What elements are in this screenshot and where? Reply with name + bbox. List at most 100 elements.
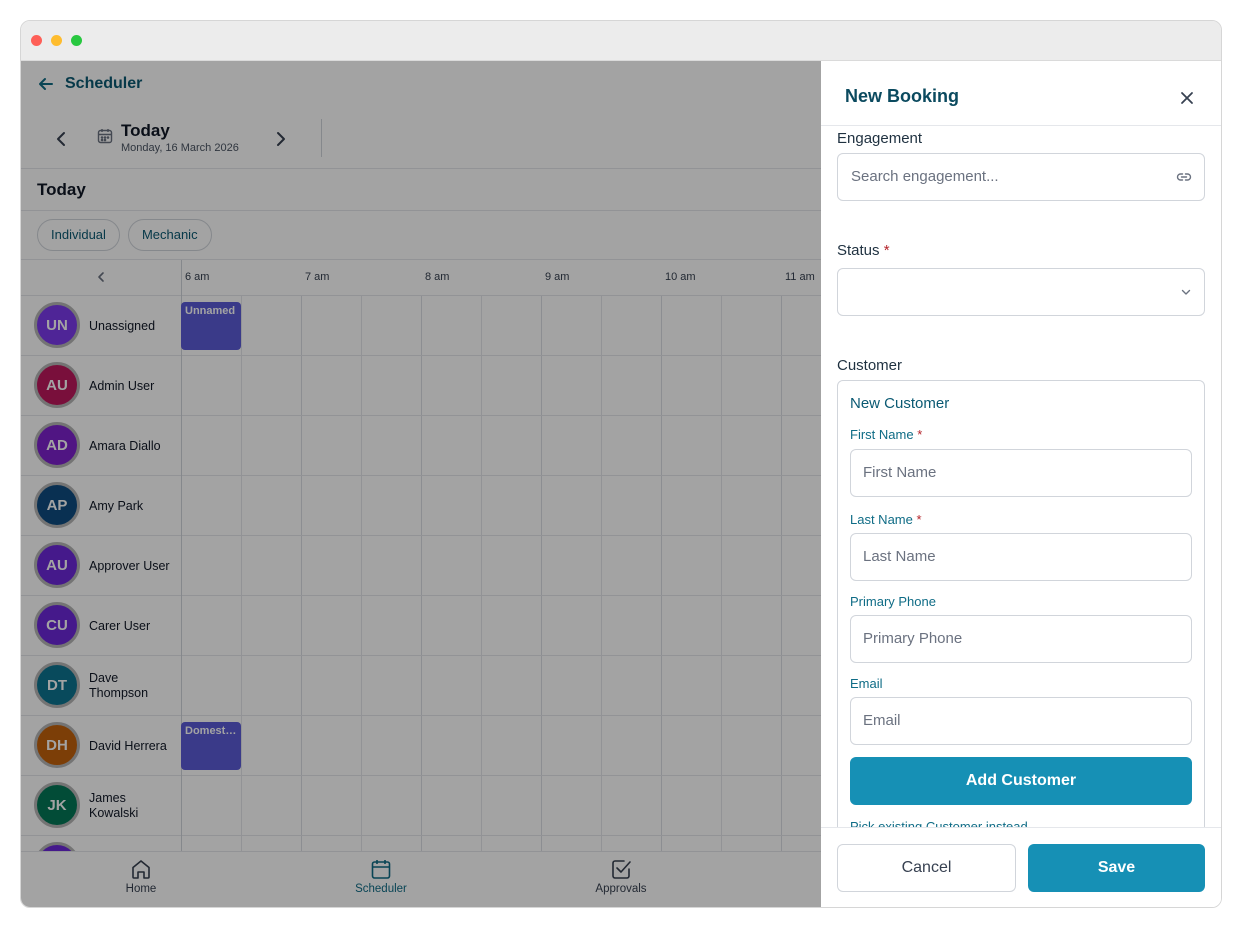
- status-label: Status *: [837, 242, 890, 259]
- nav-scheduler[interactable]: Scheduler: [321, 858, 441, 904]
- previous-day-button[interactable]: [51, 127, 71, 151]
- nav-approvals-label: Approvals: [595, 883, 647, 895]
- date-subtitle: Monday, 16 March 2026: [121, 142, 239, 154]
- hour-label: 7 am: [305, 271, 330, 283]
- close-icon: [1181, 92, 1193, 104]
- resource-row: AU Admin User: [21, 356, 821, 416]
- nav-approvals[interactable]: Approvals: [561, 858, 681, 904]
- required-marker: *: [916, 512, 922, 527]
- nav-scheduler-label: Scheduler: [355, 883, 407, 895]
- chevron-right-icon: [277, 132, 285, 146]
- resource-name: Admin User: [89, 378, 155, 393]
- column-separator: [181, 476, 182, 536]
- hour-label: 11 am: [785, 271, 815, 283]
- calendar-icon: [371, 860, 391, 879]
- resource-row: AD Amara Diallo: [21, 416, 821, 476]
- timeline-header: 6 am 7 am 8 am 9 am 10 am 11 am: [21, 260, 821, 296]
- primary-phone-input[interactable]: Primary Phone: [850, 615, 1192, 663]
- column-separator: [181, 776, 182, 836]
- engagement-placeholder: Search engagement...: [851, 168, 999, 185]
- resource-row: AP Amy Park: [21, 476, 821, 536]
- link-icon: [1176, 173, 1192, 181]
- close-window-button[interactable]: [31, 35, 42, 46]
- first-name-input[interactable]: First Name: [850, 449, 1192, 497]
- resource-name: Dave Thompson: [89, 671, 149, 700]
- cancel-button[interactable]: Cancel: [837, 844, 1016, 892]
- nav-home-label: Home: [125, 883, 157, 895]
- back-link[interactable]: Scheduler: [37, 73, 142, 95]
- column-separator: [181, 656, 182, 716]
- close-drawer-button[interactable]: [1176, 87, 1198, 109]
- hour-label: 9 am: [545, 271, 570, 283]
- pick-existing-customer-link[interactable]: Pick existing Customer instead: [850, 819, 1028, 827]
- chevron-down-icon: [1181, 289, 1191, 295]
- section-header: Today: [21, 169, 821, 211]
- new-customer-panel: New Customer First Name * First Name Las…: [837, 380, 1205, 827]
- check-square-icon: [612, 860, 631, 879]
- arrow-left-icon: [39, 78, 53, 90]
- resource-row: CU Carer User: [21, 596, 821, 656]
- collapse-resources-button[interactable]: [91, 268, 111, 286]
- drawer-header: New Booking: [821, 61, 1221, 126]
- customer-label: Customer: [837, 357, 903, 374]
- bottom-navigation: Home Scheduler Approvals: [21, 851, 821, 907]
- chevron-left-icon: [98, 272, 104, 282]
- first-name-label-text: First Name: [850, 427, 914, 442]
- filter-chips: Individual Mechanic: [37, 219, 212, 251]
- engagement-label: Engagement: [837, 130, 923, 147]
- first-name-label: First Name *: [850, 427, 922, 442]
- scheduler-page: Scheduler Today Monday, 16 March 2026 To…: [21, 61, 821, 907]
- minimize-window-button[interactable]: [51, 35, 62, 46]
- chevron-left-icon: [57, 132, 65, 146]
- window-titlebar: [21, 21, 1221, 61]
- resource-row: AU Approver User: [21, 536, 821, 596]
- resource-row: UN Unassigned: [21, 296, 821, 356]
- new-booking-drawer: New Booking Engagement Search engagement…: [821, 61, 1221, 907]
- schedule-grid: 6 am 7 am 8 am 9 am 10 am 11 am UN Unass…: [21, 259, 821, 896]
- nav-home[interactable]: Home: [81, 858, 201, 904]
- drawer-title: New Booking: [845, 86, 960, 106]
- hour-label: 10 am: [665, 271, 696, 283]
- booking-event[interactable]: Domest…: [181, 722, 241, 770]
- last-name-label: Last Name *: [850, 512, 922, 527]
- resource-name: James Kowalski: [89, 791, 139, 820]
- hour-label: 8 am: [425, 271, 450, 283]
- maximize-window-button[interactable]: [71, 35, 82, 46]
- filter-chip-mechanic[interactable]: Mechanic: [127, 219, 212, 251]
- avatar: AU: [34, 362, 80, 408]
- next-day-button[interactable]: [271, 127, 291, 151]
- resource-name: Amara Diallo: [89, 438, 161, 453]
- last-name-input[interactable]: Last Name: [850, 533, 1192, 581]
- required-marker: *: [917, 427, 923, 442]
- status-select[interactable]: [837, 268, 1205, 316]
- engagement-search-input[interactable]: Search engagement...: [837, 153, 1205, 201]
- column-separator: [181, 596, 182, 656]
- calendar-icon: [97, 129, 113, 144]
- resource-name: Amy Park: [89, 498, 144, 513]
- drawer-footer: Cancel Save: [821, 827, 1221, 907]
- avatar: DH: [34, 722, 80, 768]
- date-title[interactable]: Today: [121, 121, 170, 141]
- email-input[interactable]: Email: [850, 697, 1192, 745]
- new-customer-title: New Customer: [850, 395, 950, 412]
- primary-phone-label: Primary Phone: [850, 594, 936, 609]
- required-marker: *: [883, 242, 890, 259]
- column-separator: [181, 356, 182, 416]
- resource-name: Unassigned: [89, 318, 156, 333]
- app-window: Scheduler Today Monday, 16 March 2026 To…: [20, 20, 1222, 908]
- resource-row: DT Dave Thompson: [21, 656, 821, 716]
- column-separator: [181, 536, 182, 596]
- last-name-label-text: Last Name: [850, 512, 913, 527]
- filter-chip-individual[interactable]: Individual: [37, 219, 120, 251]
- column-separator: [181, 260, 182, 296]
- avatar: CU: [34, 602, 80, 648]
- resource-name: David Herrera: [89, 738, 167, 753]
- save-button[interactable]: Save: [1028, 844, 1205, 892]
- avatar: AP: [34, 482, 80, 528]
- avatar: JK: [34, 782, 80, 828]
- add-customer-button[interactable]: Add Customer: [850, 757, 1192, 805]
- status-label-text: Status: [837, 242, 880, 259]
- column-separator: [181, 416, 182, 476]
- booking-event[interactable]: Unnamed: [181, 302, 241, 350]
- drawer-body[interactable]: Engagement Search engagement... Status *…: [821, 126, 1221, 827]
